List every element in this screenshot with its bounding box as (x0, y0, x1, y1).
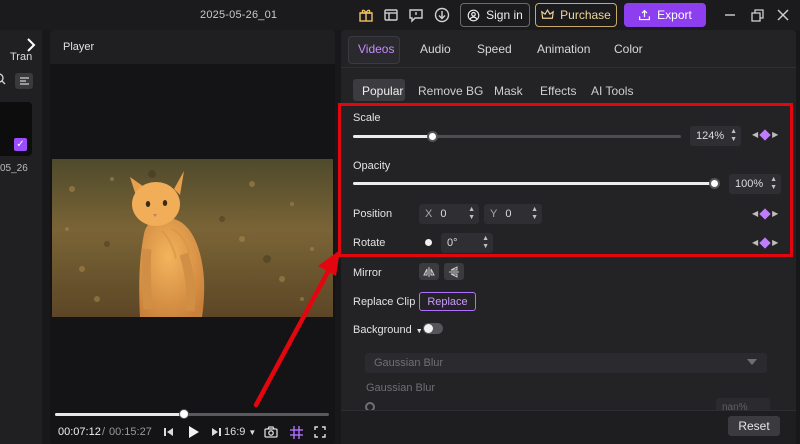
layout-icon[interactable] (381, 5, 401, 25)
purchase-button[interactable]: Purchase (535, 3, 617, 27)
tab-animation[interactable]: Animation (537, 42, 590, 56)
gaussian-blur-label: Gaussian Blur (366, 382, 436, 394)
minimize-icon[interactable] (719, 5, 741, 25)
subtab-mask[interactable]: Mask (494, 84, 523, 98)
caret-down-icon (747, 359, 757, 365)
background-label[interactable]: Background ▼ (353, 324, 423, 336)
background-type-select[interactable]: Gaussian Blur (365, 353, 767, 373)
feedback-icon[interactable] (406, 5, 426, 25)
background-label-text: Background (353, 324, 412, 336)
subtab-remove-bg[interactable]: Remove BG (418, 84, 483, 98)
user-icon (467, 9, 480, 21)
list-view-icon[interactable] (15, 73, 33, 89)
export-button[interactable]: Export (624, 3, 706, 27)
export-label: Export (657, 8, 692, 22)
progress-fill (55, 413, 184, 416)
tab-color[interactable]: Color (614, 42, 643, 56)
player-header: Player (50, 30, 335, 64)
video-preview[interactable] (52, 159, 333, 317)
current-time: 00:07:12 (58, 426, 101, 438)
close-icon[interactable] (772, 5, 794, 25)
search-icon[interactable] (0, 73, 8, 89)
toggle-knob (424, 324, 433, 333)
playhead-knob[interactable] (178, 409, 189, 419)
sign-in-button[interactable]: Sign in (460, 3, 530, 27)
time-separator: / (102, 426, 106, 438)
chevron-down-icon: ▼ (248, 428, 257, 437)
mirror-label: Mirror (353, 267, 382, 279)
gift-icon[interactable] (356, 5, 376, 25)
transitions-tab[interactable]: Tran (10, 51, 32, 63)
subtab-popular[interactable]: Popular (362, 84, 403, 98)
play-icon[interactable] (185, 424, 201, 440)
aspect-ratio-select[interactable]: 16:9 ▼ (224, 426, 256, 438)
upload-icon (639, 9, 651, 20)
reset-button[interactable]: Reset (728, 416, 780, 436)
restore-icon[interactable] (746, 5, 768, 25)
title-bar: 2025-05-26_01 Sign in Purchase Export (0, 0, 800, 30)
total-time: 00:15:27 (109, 426, 152, 438)
flip-horizontal-icon[interactable] (419, 263, 439, 280)
project-title: 2025-05-26_01 (200, 9, 278, 21)
chevron-down-icon: ▼ (415, 328, 423, 335)
crown-icon (541, 9, 555, 19)
replace-button[interactable]: Replace (419, 292, 476, 311)
tab-videos[interactable]: Videos (358, 42, 394, 56)
fullscreen-icon[interactable] (312, 424, 328, 440)
previous-frame-icon[interactable] (161, 424, 177, 440)
subtab-ai-tools[interactable]: AI Tools (591, 84, 633, 98)
subtab-effects[interactable]: Effects (540, 84, 576, 98)
property-tabs: Videos Audio Speed Animation Color (341, 30, 796, 68)
media-caption: 05_26 (0, 163, 28, 174)
tab-speed[interactable]: Speed (477, 42, 512, 56)
background-toggle[interactable] (423, 323, 443, 334)
camera-icon[interactable] (263, 424, 279, 440)
sign-in-label: Sign in (486, 8, 523, 22)
media-panel (0, 30, 42, 444)
background-type-value: Gaussian Blur (374, 357, 444, 369)
timeline-progress[interactable] (55, 409, 329, 419)
purchase-label: Purchase (560, 8, 611, 22)
aspect-ratio-value: 16:9 (224, 426, 246, 438)
grid-icon[interactable] (288, 424, 304, 440)
cat-video-frame (52, 159, 333, 317)
next-frame-icon[interactable] (208, 424, 224, 440)
download-icon[interactable] (432, 5, 452, 25)
flip-vertical-icon[interactable] (444, 263, 464, 280)
checkbox-icon[interactable]: ✓ (14, 138, 27, 151)
annotation-highlight-box (338, 103, 793, 257)
replace-clip-label: Replace Clip (353, 296, 416, 308)
player-panel: Player 00:07:12 / 00:15:27 16:9 ▼ (50, 30, 335, 444)
player-title: Player (63, 41, 95, 53)
tab-audio[interactable]: Audio (420, 42, 451, 56)
